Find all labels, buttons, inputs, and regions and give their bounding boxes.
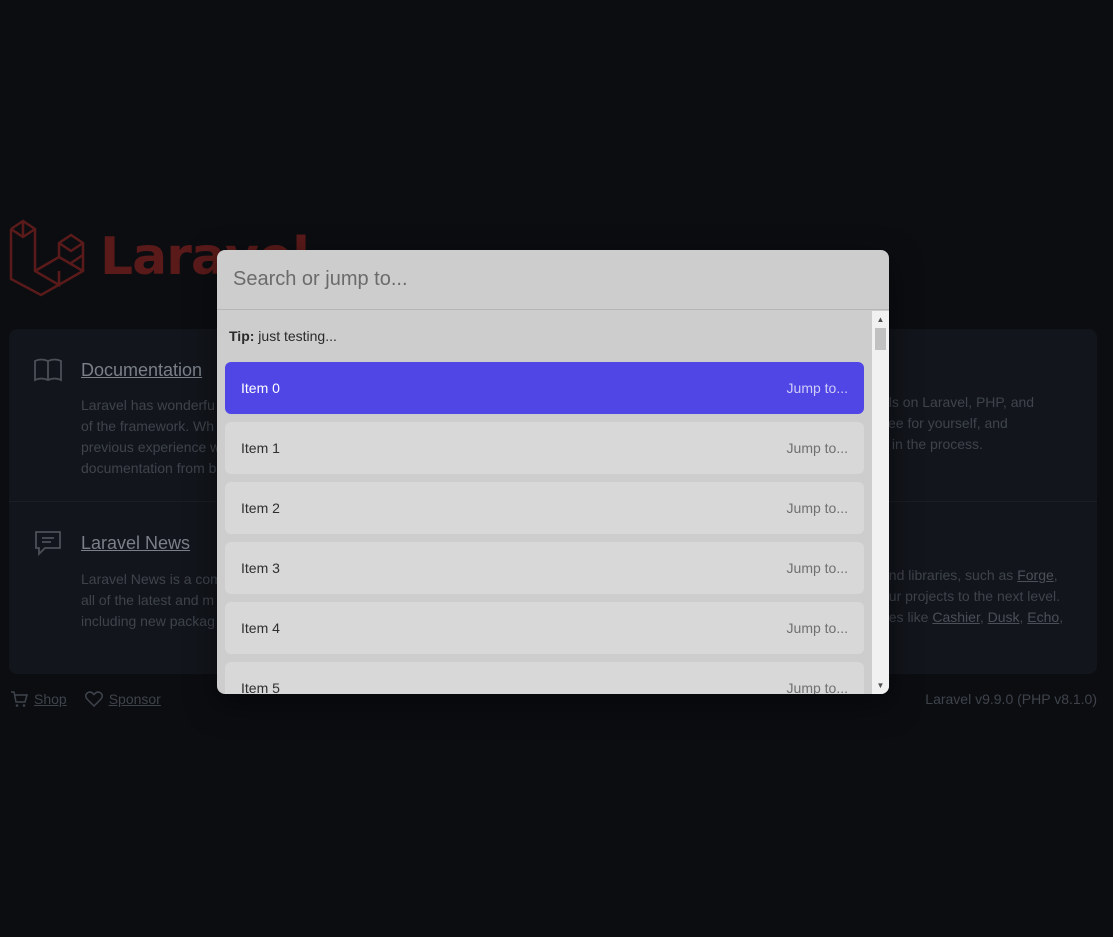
result-item-action: Jump to... <box>786 380 848 396</box>
book-icon <box>34 358 62 382</box>
search-bar <box>217 250 889 310</box>
chat-icon <box>35 531 61 557</box>
result-item-label: Item 3 <box>241 560 280 576</box>
result-item-label: Item 1 <box>241 440 280 456</box>
tip-text: Tip: just testing... <box>229 328 337 344</box>
result-item-label: Item 0 <box>241 380 280 396</box>
result-item[interactable]: Item 2 Jump to... <box>225 482 864 534</box>
result-item[interactable]: Item 1 Jump to... <box>225 422 864 474</box>
echo-link[interactable]: Echo <box>1027 609 1059 625</box>
laravel-news-link[interactable]: Laravel News <box>81 533 190 554</box>
cashier-link[interactable]: Cashier <box>932 609 979 625</box>
shop-link[interactable]: Shop <box>10 690 67 708</box>
result-item-action: Jump to... <box>786 680 848 694</box>
result-item-action: Jump to... <box>786 620 848 636</box>
scrollbar-thumb[interactable] <box>875 328 886 350</box>
scroll-up-arrow-icon[interactable]: ▲ <box>872 311 889 328</box>
forge-link[interactable]: Forge <box>1017 567 1054 583</box>
command-palette: Tip: just testing... Item 0 Jump to... I… <box>217 250 889 694</box>
ecosystem-cell: and libraries, such as Forge, our projec… <box>881 565 1091 628</box>
results-list: Tip: just testing... Item 0 Jump to... I… <box>217 311 872 694</box>
version-text: Laravel v9.9.0 (PHP v8.1.0) <box>925 691 1097 707</box>
result-item-label: Item 5 <box>241 680 280 694</box>
results-scrollbar[interactable]: ▲ ▼ <box>872 311 889 694</box>
laracasts-description: als on Laravel, PHP, and see for yoursel… <box>881 394 1035 452</box>
result-item[interactable]: Item 4 Jump to... <box>225 602 864 654</box>
cart-icon <box>11 691 28 707</box>
result-item[interactable]: Item 5 Jump to... <box>225 662 864 694</box>
ecosystem-description: and libraries, such as Forge, our projec… <box>881 567 1064 625</box>
dusk-link[interactable]: Dusk <box>988 609 1020 625</box>
sponsor-link[interactable]: Sponsor <box>84 690 161 708</box>
documentation-link[interactable]: Documentation <box>81 360 202 381</box>
result-item-label: Item 4 <box>241 620 280 636</box>
heart-icon <box>84 691 103 707</box>
scroll-down-arrow-icon[interactable]: ▼ <box>872 677 889 694</box>
result-item-action: Jump to... <box>786 440 848 456</box>
result-item-label: Item 2 <box>241 500 280 516</box>
result-item-action: Jump to... <box>786 560 848 576</box>
result-item[interactable]: Item 3 Jump to... <box>225 542 864 594</box>
search-input[interactable] <box>233 268 873 291</box>
laracasts-cell: als on Laravel, PHP, and see for yoursel… <box>881 392 1091 455</box>
laravel-logo-icon <box>9 219 85 297</box>
result-item[interactable]: Item 0 Jump to... <box>225 362 864 414</box>
result-item-action: Jump to... <box>786 500 848 516</box>
